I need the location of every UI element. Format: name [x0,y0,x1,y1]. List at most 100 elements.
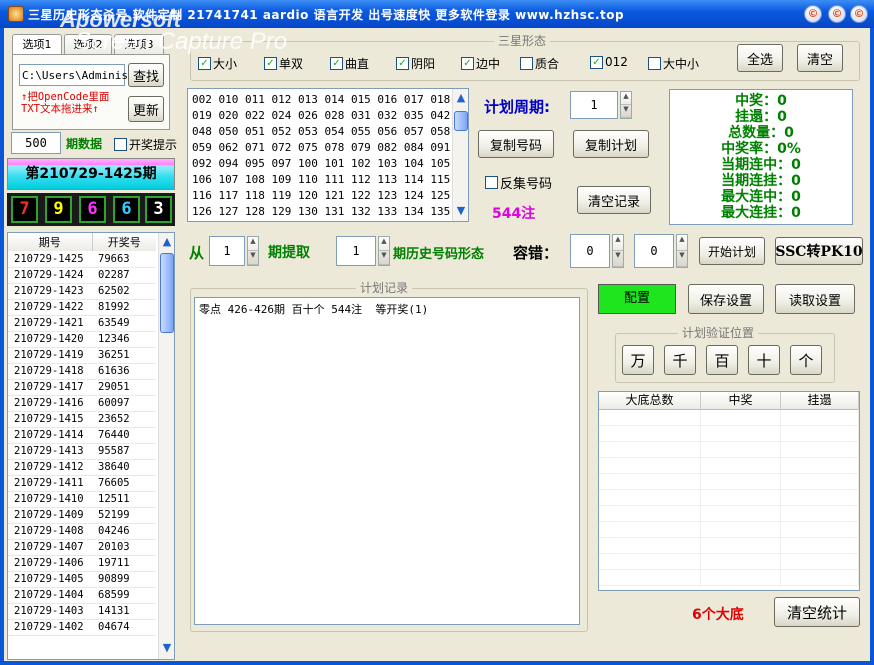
cycle-spinner[interactable]: ▲ ▼ [620,91,632,119]
table-row[interactable]: 210729-1404 68599 [8,587,156,604]
table-row[interactable]: 210729-1416 60097 [8,395,156,412]
clear-shape-button[interactable]: 清空 [797,44,843,72]
hist-up-icon[interactable]: ▲ [379,237,389,251]
copy-plan-button[interactable]: 复制计划 [573,130,649,158]
stats-table-header-cell[interactable]: 大底总数 [599,392,701,410]
position-button[interactable]: 十 [748,345,780,375]
shape-option-checkbox[interactable]: ✓ 单双 [264,55,303,72]
tab-option1[interactable]: 选项1 [12,34,62,56]
history-scroll-thumb[interactable] [160,253,174,333]
table-row[interactable]: 210729-1406 19711 [8,555,156,572]
table-row[interactable]: 210729-1421 63549 [8,315,156,332]
reverse-box[interactable] [485,176,498,189]
table-row[interactable]: 210729-1402 04674 [8,619,156,636]
history-header-number[interactable]: 开奖号 [92,233,156,251]
checkbox-box[interactable] [648,57,661,70]
reverse-checkbox[interactable]: 反集号码 [485,173,552,192]
table-row[interactable]: 210729-1409 52199 [8,507,156,524]
table-row[interactable]: 210729-1403 14131 [8,603,156,620]
scroll-down-icon[interactable]: ▼ [160,641,174,655]
table-row[interactable]: 210729-1407 20103 [8,539,156,556]
scroll-up-icon[interactable]: ▲ [160,235,174,249]
save-settings-button[interactable]: 保存设置 [688,284,764,314]
stats-table[interactable]: 大底总数 中奖 挂遢 [598,391,860,591]
checkbox-box[interactable]: ✓ [330,57,343,70]
table-row[interactable]: 210729-1413 95587 [8,443,156,460]
shape-option-checkbox[interactable]: ✓ 曲直 [330,55,369,72]
copy-numbers-button[interactable]: 复制号码 [478,130,554,158]
tolerance1-up-icon[interactable]: ▲ [613,235,623,251]
table-row[interactable]: 210729-1410 12511 [8,491,156,508]
count-input[interactable]: 500 [11,132,61,154]
position-button[interactable]: 万 [622,345,654,375]
table-row[interactable] [599,410,859,426]
from-up-icon[interactable]: ▲ [248,237,258,251]
ssc-pk10-button[interactable]: SSC转PK10 [775,237,863,265]
checkbox-box[interactable]: ✓ [198,57,211,70]
shape-option-checkbox[interactable]: ✓ 012 [590,55,628,69]
table-row[interactable]: 210729-1420 12346 [8,331,156,348]
position-button[interactable]: 个 [790,345,822,375]
tolerance2-up-icon[interactable]: ▲ [677,235,687,251]
hist-spinner[interactable]: ▲ ▼ [378,236,390,266]
history-header-period[interactable]: 期号 [8,233,93,251]
table-row[interactable]: 210729-1423 62502 [8,283,156,300]
start-plan-button[interactable]: 开始计划 [699,237,765,265]
hist-down-icon[interactable]: ▼ [379,251,389,265]
shape-option-checkbox[interactable]: ✓ 边中 [461,55,500,72]
position-button[interactable]: 千 [664,345,696,375]
table-row[interactable] [599,426,859,442]
numbers-box[interactable]: 002 010 011 012 013 014 015 016 017 018 0… [187,88,469,222]
from-spinner[interactable]: ▲ ▼ [247,236,259,266]
table-row[interactable] [599,442,859,458]
stats-table-header-cell[interactable]: 中奖 [701,392,781,410]
history-list[interactable]: 期号 开奖号 210729-1425 79663 210729-1424 02287 2… [7,232,175,660]
config-button[interactable]: 配置 [598,284,676,314]
tolerance1-down-icon[interactable]: ▼ [613,251,623,267]
history-scrollbar[interactable]: ▲ ▼ [158,233,174,659]
table-row[interactable] [599,538,859,554]
tolerance-spinner-2[interactable]: ▲ ▼ [676,234,688,268]
table-row[interactable]: 210729-1422 81992 [8,299,156,316]
find-button[interactable]: 查找 [128,63,164,87]
table-row[interactable]: 210729-1414 76440 [8,427,156,444]
shape-option-checkbox[interactable]: ✓ 大小 [198,55,237,72]
tolerance-input-1[interactable]: 0 [570,234,610,268]
table-row[interactable]: 210729-1418 61636 [8,363,156,380]
table-row[interactable] [599,522,859,538]
table-row[interactable]: 210729-1412 38640 [8,459,156,476]
shape-option-checkbox[interactable]: ✓ 阴阳 [396,55,435,72]
checkbox-box[interactable] [520,57,533,70]
select-all-button[interactable]: 全选 [737,44,783,72]
cycle-down-icon[interactable]: ▼ [621,105,631,118]
checkbox-box[interactable]: ✓ [461,57,474,70]
position-button[interactable]: 百 [706,345,738,375]
table-row[interactable]: 210729-1417 29051 [8,379,156,396]
table-row[interactable] [599,458,859,474]
shape-option-checkbox[interactable]: 质合 [520,55,559,72]
prize-hint-box[interactable] [114,138,127,151]
table-row[interactable]: 210729-1415 23652 [8,411,156,428]
cycle-input[interactable]: 1 [570,91,618,119]
clear-stats-button[interactable]: 清空统计 [774,597,860,627]
clear-record-button[interactable]: 清空记录 [577,186,651,214]
close-button[interactable]: © [850,5,868,23]
table-row[interactable]: 210729-1405 90899 [8,571,156,588]
table-row[interactable]: 210729-1411 76605 [8,475,156,492]
numbers-scrollbar[interactable]: ▲ ▼ [452,89,468,221]
numbers-scroll-thumb[interactable] [454,111,468,131]
cycle-up-icon[interactable]: ▲ [621,92,631,105]
from-down-icon[interactable]: ▼ [248,251,258,265]
numbers-scroll-down-icon[interactable]: ▼ [454,204,468,218]
maximize-button[interactable]: © [828,5,846,23]
table-row[interactable] [599,570,859,586]
tolerance-spinner-1[interactable]: ▲ ▼ [612,234,624,268]
table-row[interactable]: 210729-1408 04246 [8,523,156,540]
title-bar[interactable]: 三星历史形态杀号 软件定制 21741741 aardio 语言开发 出号速度快… [0,0,874,32]
shape-option-checkbox[interactable]: 大中小 [648,55,699,72]
minimize-button[interactable]: © [804,5,822,23]
table-row[interactable] [599,490,859,506]
tolerance2-down-icon[interactable]: ▼ [677,251,687,267]
numbers-scroll-up-icon[interactable]: ▲ [454,91,468,105]
table-row[interactable] [599,554,859,570]
